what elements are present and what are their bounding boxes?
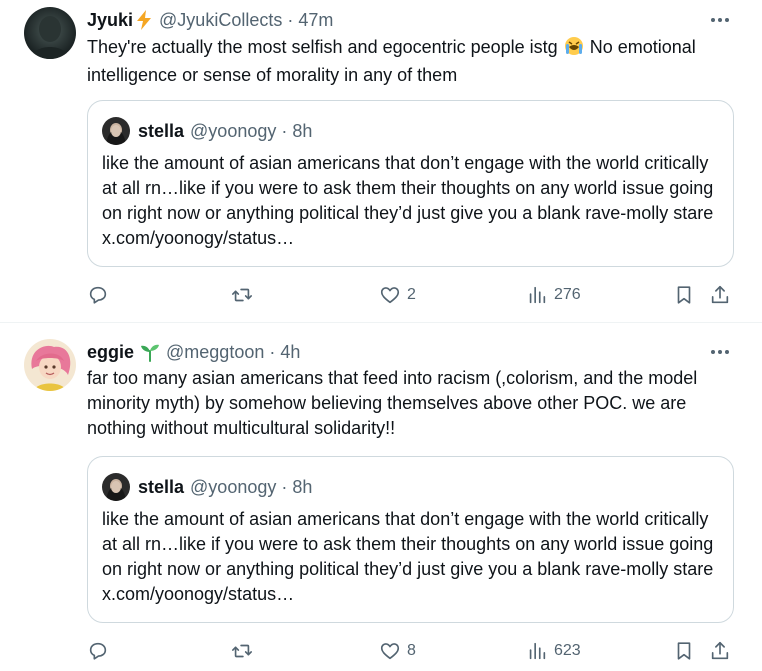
seedling-emoji-icon	[140, 342, 160, 362]
timestamp[interactable]: 47m	[298, 10, 333, 31]
quoted-author-handle: @yoonogy	[190, 120, 277, 141]
quoted-author-handle: @yoonogy	[190, 476, 277, 497]
avatar[interactable]	[24, 7, 76, 59]
timeline-feed: Jyuki @JyukiCollects · 47m They're actua…	[0, 0, 762, 671]
share-icon	[711, 641, 729, 660]
separator-dot: ·	[269, 341, 276, 362]
bookmark-button[interactable]	[673, 636, 695, 666]
views-bar-chart-icon	[529, 286, 546, 304]
views-button[interactable]: 276	[526, 280, 581, 310]
reply-button[interactable]	[87, 280, 109, 310]
tweet-text: far too many asian americans that feed i…	[87, 368, 698, 438]
separator-dot: ·	[281, 120, 288, 141]
quoted-timestamp: 8h	[292, 120, 313, 141]
bookmark-icon	[677, 642, 691, 660]
like-button[interactable]: 2	[379, 280, 416, 310]
timestamp[interactable]: 4h	[280, 342, 300, 363]
separator-dot: ·	[281, 476, 288, 497]
quoted-timestamp: 8h	[292, 476, 313, 497]
reply-icon	[89, 642, 107, 660]
separator-dot: ·	[287, 9, 294, 30]
author-name[interactable]: eggie	[87, 342, 134, 363]
repost-icon	[232, 644, 252, 658]
quoted-tweet-header: stella @yoonogy · 8h	[102, 117, 312, 145]
repost-button[interactable]	[231, 280, 253, 310]
quoted-tweet[interactable]: stella @yoonogy · 8h like the amount of …	[87, 100, 734, 267]
tweet-eggie[interactable]: eggie @meggtoon · 4h far too many asian …	[0, 323, 762, 671]
avatar[interactable]	[24, 339, 76, 391]
bookmark-icon	[677, 286, 691, 304]
tweet-actions: 2 276	[87, 280, 737, 310]
like-count: 8	[407, 642, 416, 659]
reply-icon	[89, 286, 107, 304]
tweet-text: They're actually the most selfish and eg…	[87, 35, 732, 88]
tweet-text-part: They're actually the most selfish and eg…	[87, 37, 563, 57]
like-button[interactable]: 8	[379, 636, 416, 666]
more-horizontal-icon[interactable]	[702, 340, 738, 364]
views-button[interactable]: 623	[526, 636, 581, 666]
share-icon	[711, 285, 729, 304]
tweet-jyuki[interactable]: Jyuki @JyukiCollects · 47m They're actua…	[0, 0, 762, 323]
quoted-author-name: stella	[138, 120, 185, 141]
views-bar-chart-icon	[529, 642, 546, 660]
more-horizontal-icon[interactable]	[702, 8, 738, 32]
view-count: 276	[554, 286, 581, 303]
repost-button[interactable]	[231, 636, 253, 666]
share-button[interactable]	[709, 636, 731, 666]
heart-icon	[380, 287, 400, 304]
tweet-header: eggie @meggtoon · 4h	[87, 340, 738, 364]
heart-icon	[380, 643, 400, 660]
bookmark-button[interactable]	[673, 280, 695, 310]
quoted-tweet[interactable]: stella @yoonogy · 8h like the amount of …	[87, 456, 734, 623]
reply-button[interactable]	[87, 636, 109, 666]
tweet-header: Jyuki @JyukiCollects · 47m	[87, 8, 738, 32]
quoted-tweet-header: stella @yoonogy · 8h	[102, 473, 312, 501]
avatar	[102, 117, 130, 145]
author-name[interactable]: Jyuki	[87, 10, 133, 31]
repost-icon	[232, 288, 252, 302]
author-handle[interactable]: @meggtoon	[166, 342, 264, 363]
lightning-emoji-icon	[135, 10, 153, 30]
avatar	[102, 473, 130, 501]
like-count: 2	[407, 286, 416, 303]
view-count: 623	[554, 642, 581, 659]
quoted-tweet-text: like the amount of asian americans that …	[102, 509, 714, 604]
quoted-author-name: stella	[138, 476, 185, 497]
author-handle[interactable]: @JyukiCollects	[159, 10, 282, 31]
crying-face-emoji-icon	[563, 36, 585, 63]
share-button[interactable]	[709, 280, 731, 310]
quoted-tweet-text: like the amount of asian americans that …	[102, 153, 714, 248]
tweet-actions: 8 623	[87, 636, 737, 666]
